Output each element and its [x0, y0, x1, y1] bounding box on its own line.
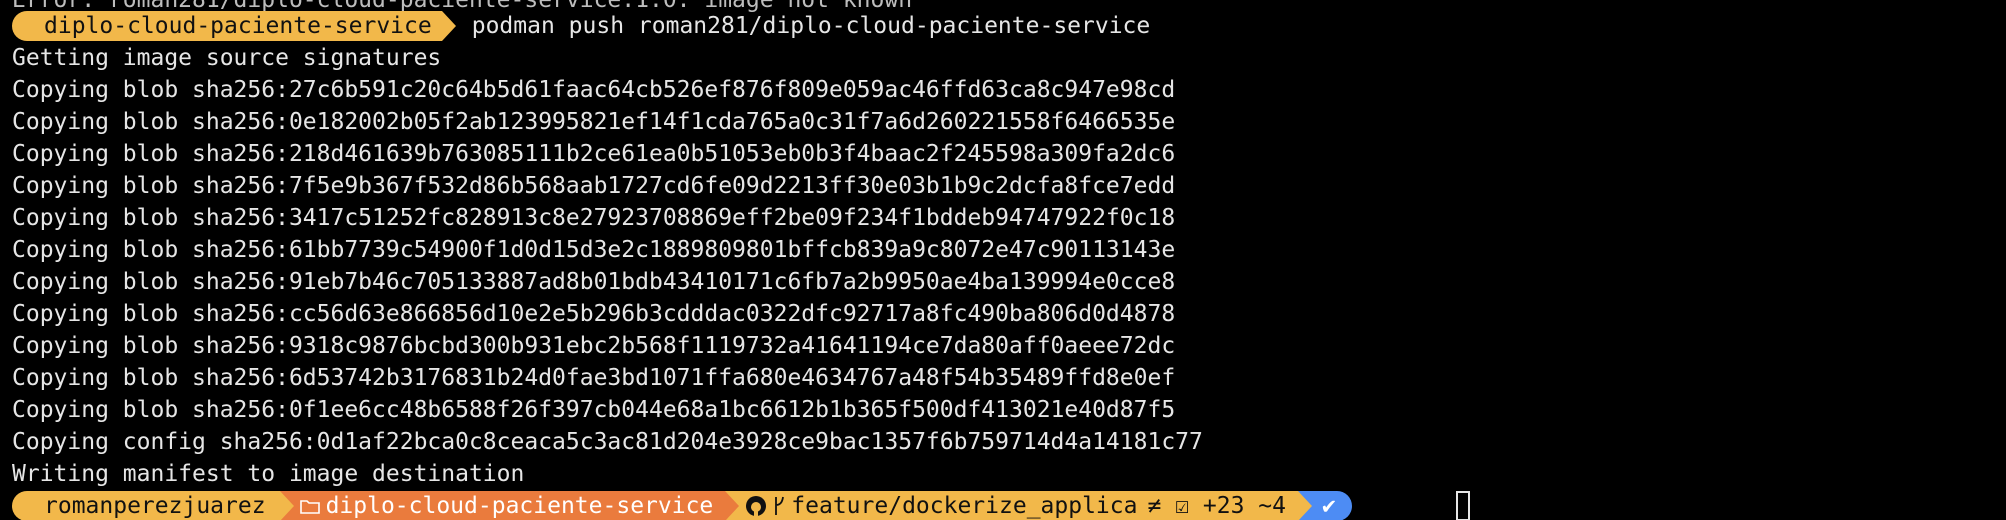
- powerline-arrow: [279, 491, 294, 520]
- prompt-dir-segment: diplo-cloud-paciente-service: [12, 11, 442, 41]
- prompt-status-segment: ✔: [1311, 491, 1352, 520]
- output-line: Copying config sha256:0d1af22bca0c8ceaca…: [12, 429, 1203, 455]
- folder-icon: [299, 498, 320, 514]
- prompt-git-segment: feature/dockerize_applica ≠ ☑ +23 ~4: [739, 491, 1298, 520]
- github-icon: [745, 495, 767, 517]
- powerline-prompt: romanperezjuarez diplo-cloud-paciente-se…: [12, 491, 1352, 520]
- terminal-window[interactable]: Error: roman281/diplo-cloud-paciente-ser…: [0, 0, 2006, 520]
- prompt-user-segment: romanperezjuarez: [12, 491, 280, 520]
- powerline-arrow: [1297, 491, 1312, 520]
- terminal-cursor[interactable]: [1456, 491, 1470, 520]
- output-line: Copying blob sha256:cc56d63e866856d10e2e…: [12, 301, 1176, 327]
- powerline-arrow: [441, 11, 456, 41]
- output-line: Copying blob sha256:0f1ee6cc48b6588f26f3…: [12, 397, 1176, 423]
- git-branch-label: feature/dockerize_applica: [791, 493, 1138, 519]
- powerline-arrow: [725, 491, 740, 520]
- output-line: Copying blob sha256:61bb7739c54900f1d0d1…: [12, 237, 1176, 263]
- output-line: Copying blob sha256:0e182002b05f2ab12399…: [12, 109, 1176, 135]
- git-branch-icon: [773, 495, 785, 517]
- output-line: Copying blob sha256:91eb7b46c705133887ad…: [12, 269, 1176, 295]
- output-line: Copying blob sha256:218d461639b763085111…: [12, 141, 1176, 167]
- output-line: Copying blob sha256:7f5e9b367f532d86b568…: [12, 173, 1176, 199]
- output-line: Copying blob sha256:27c6b591c20c64b5d61f…: [12, 77, 1176, 103]
- prompt-line: diplo-cloud-paciente-service podman push…: [12, 10, 1150, 42]
- git-status-label: ≠ ☑ +23 ~4: [1147, 493, 1286, 519]
- output-line: Getting image source signatures: [12, 45, 442, 71]
- output-line: Copying blob sha256:3417c51252fc828913c8…: [12, 205, 1176, 231]
- output-line: Copying blob sha256:9318c9876bcbd300b931…: [12, 333, 1176, 359]
- prompt-path-label: diplo-cloud-paciente-service: [325, 493, 714, 519]
- prompt-path-segment: diplo-cloud-paciente-service: [293, 491, 726, 520]
- output-line: Copying blob sha256:6d53742b3176831b24d0…: [12, 365, 1176, 391]
- output-line: Writing manifest to image destination: [12, 461, 525, 487]
- command-text: podman push roman281/diplo-cloud-pacient…: [471, 13, 1151, 39]
